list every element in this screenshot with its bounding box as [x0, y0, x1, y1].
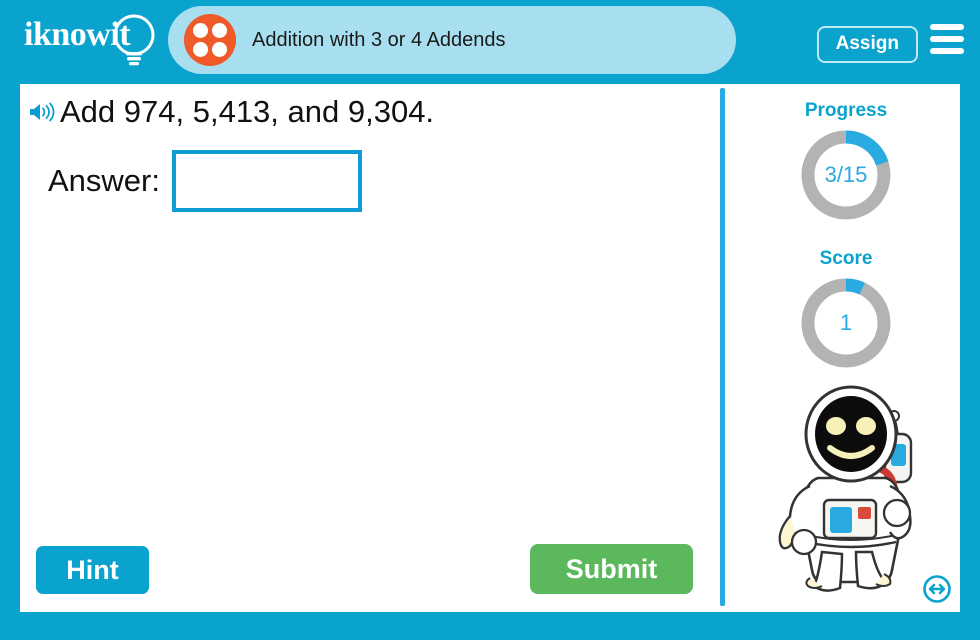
answer-label: Answer:: [48, 163, 160, 198]
astronaut-mascot: [778, 385, 913, 592]
resize-horizontal-icon[interactable]: [922, 574, 952, 604]
hamburger-menu-icon[interactable]: [930, 24, 964, 54]
score-label: Score: [819, 248, 873, 269]
speaker-audio-icon[interactable]: [28, 100, 56, 124]
progress-ring: 3/15: [797, 126, 895, 224]
vertical-divider: [720, 88, 725, 606]
progress-meter: Progress 3/15: [732, 100, 960, 224]
content-panel: Add 974, 5,413, and 9,304. Answer: Hint …: [20, 84, 960, 612]
progress-label: Progress: [804, 100, 888, 121]
submit-button[interactable]: Submit: [530, 544, 693, 594]
score-ring: 1: [797, 274, 895, 372]
question-text: Add 974, 5,413, and 9,304.: [60, 94, 435, 129]
page-title: Addition with 3 or 4 Addends: [252, 28, 506, 51]
score-meter: Score 1: [732, 248, 960, 372]
score-value: 1: [839, 310, 853, 335]
topic-title-pill: Addition with 3 or 4 Addends: [168, 6, 736, 74]
app-window: iknowit Addition with 3 or 4 Addends Ass…: [0, 0, 980, 640]
iknowit-logo[interactable]: iknowit: [24, 12, 164, 70]
status-sidebar: Progress 3/15 Score 1: [732, 84, 960, 612]
progress-value: 3/15: [824, 162, 868, 187]
question-row: Add 974, 5,413, and 9,304.: [28, 94, 434, 130]
assign-button[interactable]: Assign: [816, 26, 918, 63]
logo-wordmark: iknowit: [24, 16, 131, 53]
app-header: iknowit Addition with 3 or 4 Addends Ass…: [0, 0, 980, 80]
four-dots-icon: [184, 14, 236, 66]
hint-button[interactable]: Hint: [36, 546, 149, 594]
answer-input[interactable]: [171, 150, 362, 212]
answer-row: Answer:: [48, 150, 362, 212]
